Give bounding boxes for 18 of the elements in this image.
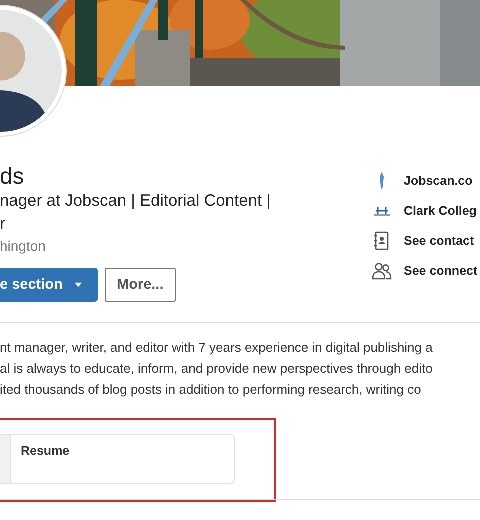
more-button[interactable]: More...: [105, 268, 176, 302]
headline-text: r: [0, 214, 6, 235]
location-text: hington: [0, 238, 47, 254]
thumbnail: [0, 435, 11, 483]
add-section-button[interactable]: e section: [0, 268, 98, 302]
about-text: al is always to educate, inform, and provide new perspectives through edito: [0, 360, 434, 378]
profile-link[interactable]: See contact: [404, 234, 474, 248]
about-text: ited thousands of blog posts in addition to performing research, writing co: [0, 381, 422, 399]
profile-link[interactable]: Clark Colleg: [404, 204, 477, 218]
featured-card[interactable]: Resume: [0, 434, 235, 484]
headline-text: nager at Jobscan | Editorial Content |: [0, 191, 271, 212]
card-title: Resume: [20, 443, 70, 460]
about-text: nt manager, writer, and editor with 7 years experience in digital publishing a: [0, 339, 434, 357]
profile-name: ds: [0, 163, 26, 189]
logo-icon: [380, 172, 384, 190]
profile-link[interactable]: See connect: [404, 264, 478, 278]
people-icon: [372, 261, 392, 281]
profile-link[interactable]: Jobscan.co: [404, 174, 473, 188]
